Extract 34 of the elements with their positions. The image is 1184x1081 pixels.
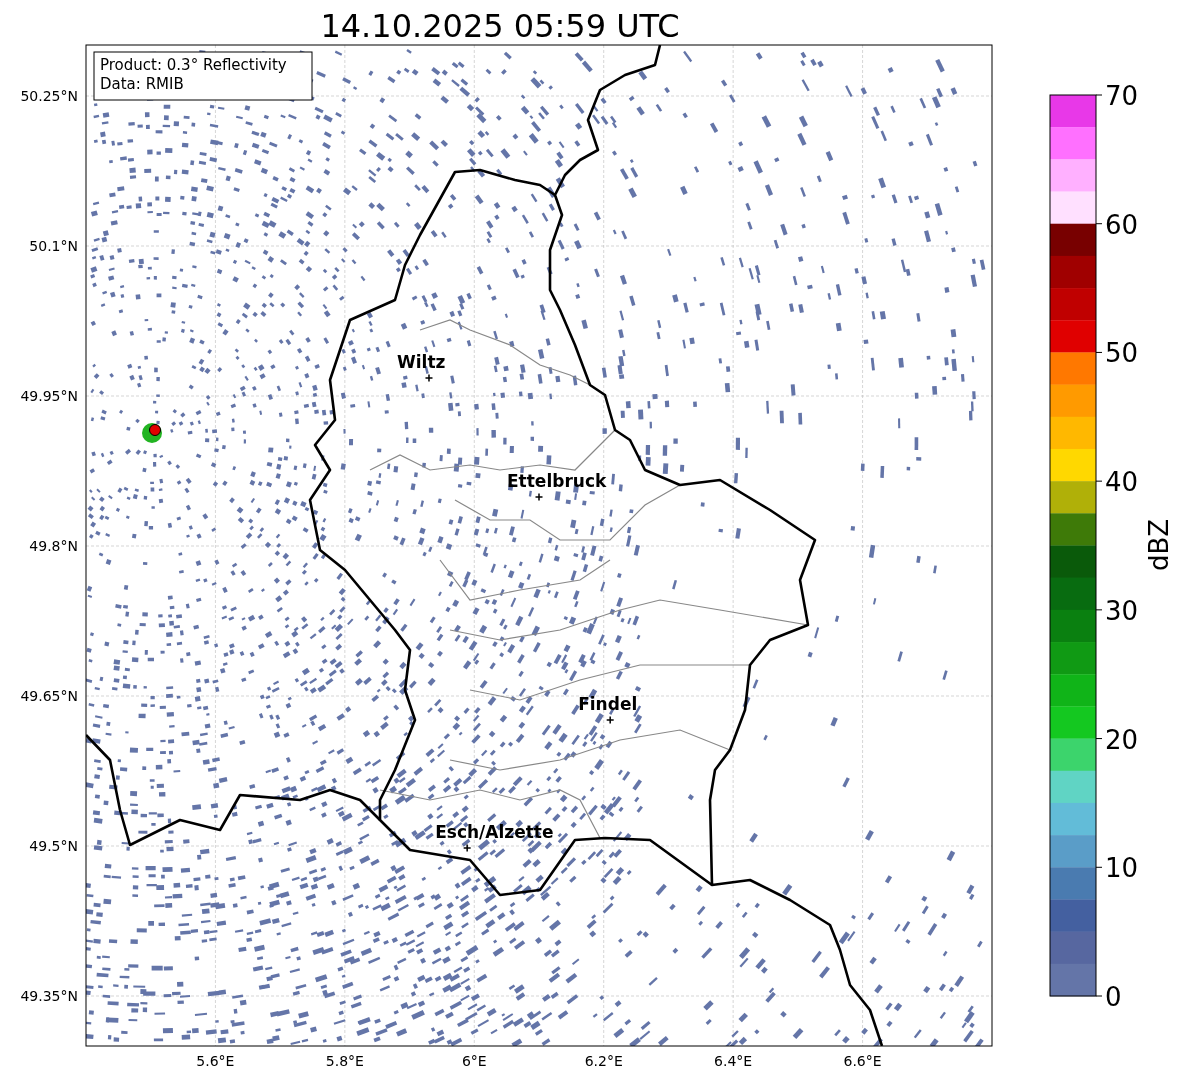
colorbar-label: dBZ [1144, 518, 1174, 572]
city-label: Wiltz [397, 352, 446, 372]
longitude-label: 6.2°E [584, 1053, 623, 1069]
longitude-label: 6.4°E [714, 1053, 753, 1069]
city-label: Findel [578, 694, 638, 714]
colorbar-tick-label: 40 [1105, 467, 1139, 498]
city-marker-icon [534, 492, 544, 502]
latitude-label: 49.65°N [20, 688, 78, 704]
chart-title: 14.10.2025 05:59 UTC [320, 7, 680, 45]
radar-site-marker [142, 423, 162, 443]
city-label: Ettelbruck [507, 471, 607, 491]
info-text: Data: RMIB [100, 75, 184, 93]
city-label: Esch/Alzette [435, 822, 554, 842]
city-marker-icon [605, 715, 615, 725]
latitude-label: 49.5°N [29, 838, 78, 854]
latitude-label: 50.25°N [20, 88, 78, 104]
colorbar-tick-label: 20 [1105, 724, 1139, 755]
latitude-label: 50.1°N [29, 238, 78, 254]
colorbar-tick-label: 30 [1105, 595, 1139, 626]
city-marker-icon [462, 843, 472, 853]
colorbar-tick-label: 10 [1105, 853, 1139, 884]
longitude-label: 5.8°E [325, 1053, 364, 1069]
latitude-label: 49.35°N [20, 988, 78, 1004]
colorbar-tick-label: 0 [1105, 982, 1122, 1012]
info-text: Product: 0.3° Reflectivity [100, 56, 287, 74]
longitude-label: 6.6°E [843, 1053, 882, 1069]
colorbar-tick-label: 60 [1105, 209, 1139, 240]
colorbar-tick-label: 50 [1105, 338, 1139, 369]
colorbar-tick-label: 70 [1105, 81, 1139, 111]
latitude-label: 49.8°N [29, 538, 78, 554]
latitude-label: 49.95°N [20, 388, 78, 404]
longitude-label: 5.6°E [196, 1053, 235, 1069]
longitude-label: 6°E [461, 1053, 487, 1069]
city-marker-icon [424, 373, 434, 383]
